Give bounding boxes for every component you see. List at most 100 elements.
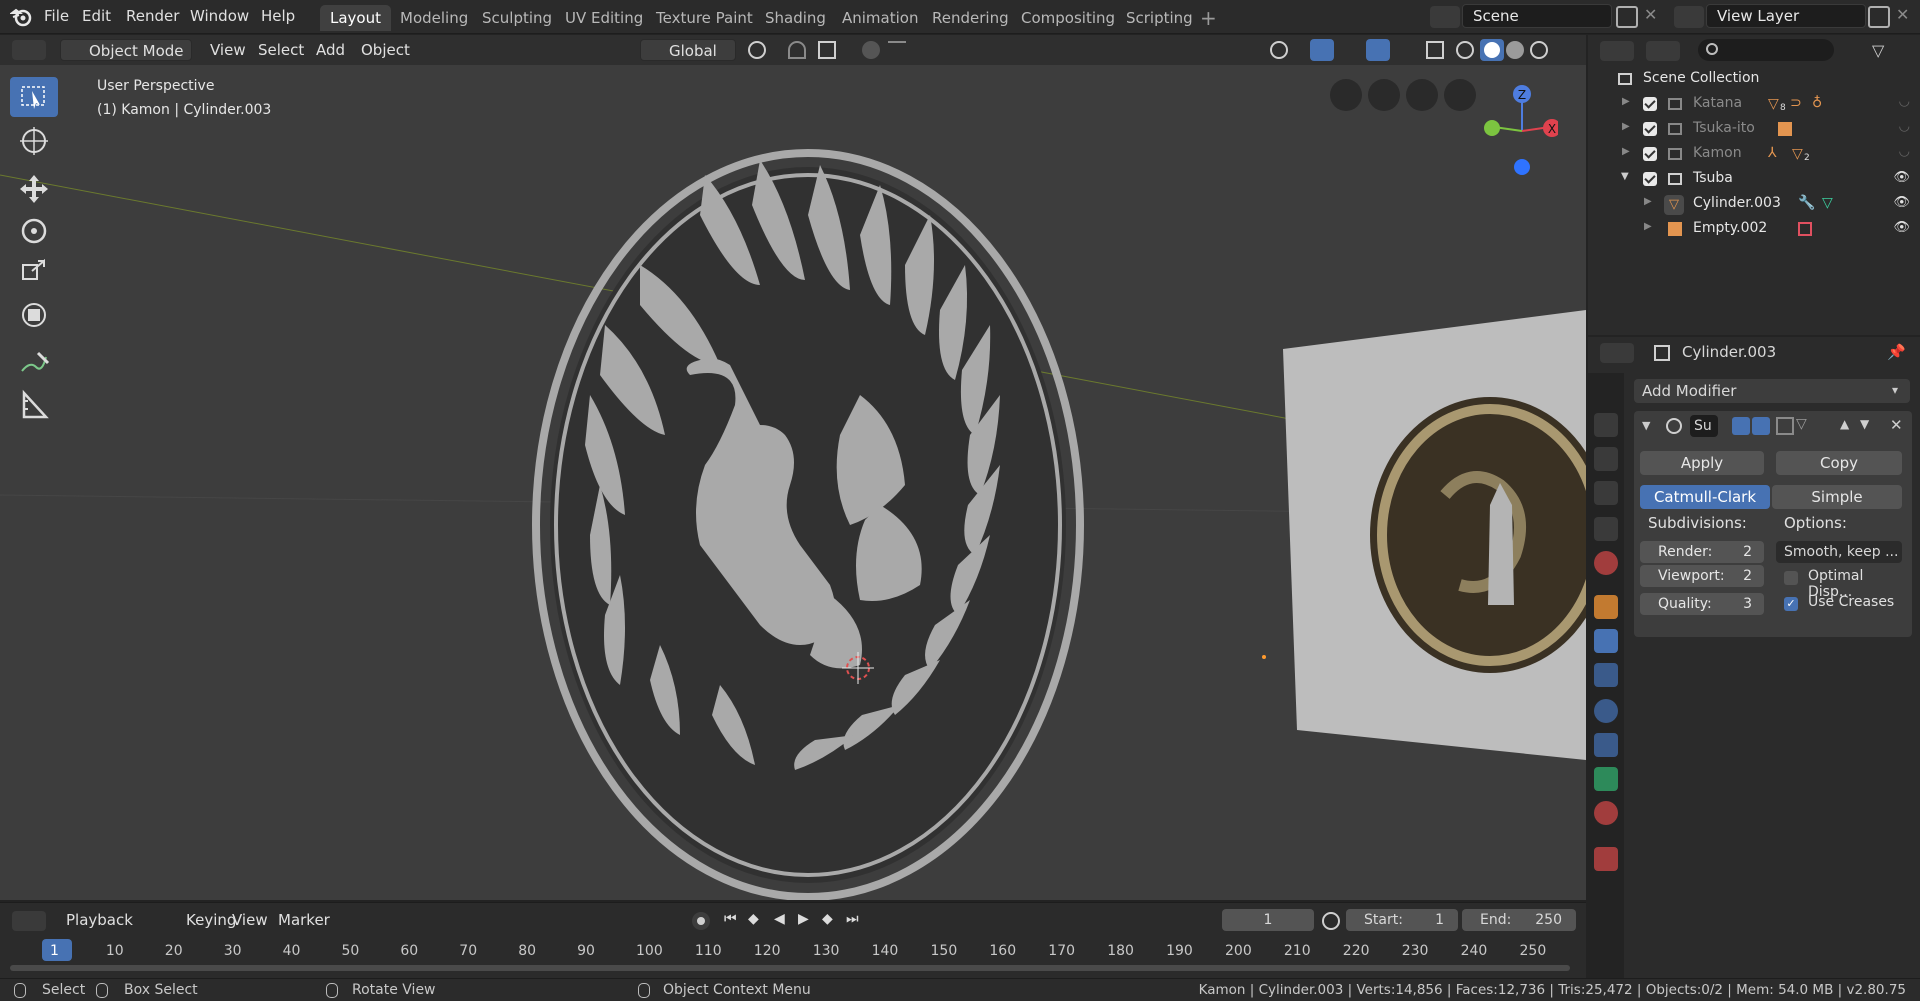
scene-tab-icon[interactable]: [1594, 517, 1618, 541]
world-tab-icon[interactable]: [1594, 551, 1618, 575]
outliner-item-tsuba[interactable]: ▼ Tsuba 👁: [1588, 167, 1920, 192]
menu-help[interactable]: Help: [261, 7, 295, 25]
uv-smooth-dropdown[interactable]: Smooth, keep ...: [1776, 541, 1902, 563]
zoom-view-icon[interactable]: [1444, 79, 1476, 111]
outliner-item-cylinder-003[interactable]: ▶ ▽ Cylinder.003 🔧 ▽ 👁: [1588, 192, 1920, 217]
optimal-display-checkbox[interactable]: [1784, 571, 1798, 585]
menu-window[interactable]: Window: [190, 7, 249, 25]
3d-viewport[interactable]: User Perspective (1) Kamon | Cylinder.00…: [0, 65, 1586, 900]
toggle-ortho-icon[interactable]: [1330, 79, 1362, 111]
snap-target-icon[interactable]: [818, 41, 836, 59]
solid-shading-icon[interactable]: [1480, 39, 1504, 61]
scene-collection-row[interactable]: Scene Collection: [1588, 67, 1920, 92]
simple-button[interactable]: Simple: [1772, 485, 1902, 509]
outliner-item-tsuka-ito[interactable]: ▶ Tsuka-ito ◡: [1588, 117, 1920, 142]
transform-tool[interactable]: [10, 295, 58, 335]
view-layer-selector-icon[interactable]: [1674, 6, 1704, 28]
tab-scripting[interactable]: Scripting: [1116, 5, 1203, 31]
delete-view-layer-icon[interactable]: ✕: [1896, 5, 1909, 24]
expand-icon[interactable]: ▶: [1622, 96, 1630, 107]
object-tab-icon[interactable]: [1594, 595, 1618, 619]
tab-compositing[interactable]: Compositing: [1011, 5, 1125, 31]
scene-selector-icon[interactable]: [1430, 6, 1460, 28]
move-tool[interactable]: [10, 169, 58, 209]
hide-icon[interactable]: ◡: [1899, 94, 1910, 109]
move-down-icon[interactable]: ▼: [1860, 417, 1869, 431]
tool-tab-icon[interactable]: [1594, 377, 1618, 401]
gizmo-toggle-icon[interactable]: [1310, 39, 1334, 61]
collapse-icon[interactable]: ▼: [1621, 171, 1629, 182]
display-mode-icon[interactable]: [1646, 41, 1680, 61]
cursor-tool[interactable]: [10, 121, 58, 161]
use-creases-checkbox[interactable]: ✓: [1784, 597, 1798, 611]
outliner-editor-type-icon[interactable]: [1600, 41, 1634, 61]
outliner-item-kamon[interactable]: ▶ Kamon ⅄ ▽ 2 ◡: [1588, 142, 1920, 167]
wireframe-shading-icon[interactable]: [1456, 41, 1474, 59]
exclude-checkbox[interactable]: [1643, 147, 1657, 161]
rotate-tool[interactable]: [10, 211, 58, 251]
material-tab-icon[interactable]: [1594, 801, 1618, 825]
menu-edit[interactable]: Edit: [82, 7, 111, 25]
output-tab-icon[interactable]: [1594, 447, 1618, 471]
camera-view-icon[interactable]: [1368, 79, 1400, 111]
catmull-clark-button[interactable]: Catmull-Clark: [1640, 485, 1770, 509]
overlay-toggle-icon[interactable]: [1366, 39, 1390, 61]
expand-icon[interactable]: ▶: [1622, 146, 1630, 157]
editmode-toggle-icon[interactable]: [1776, 417, 1794, 435]
visibility-icon[interactable]: [1270, 41, 1288, 59]
outliner-item-katana[interactable]: ▶ Katana ▽ 8 ⊃ ♁ ◡: [1588, 92, 1920, 117]
modifier-tab-icon[interactable]: [1594, 629, 1618, 653]
new-scene-icon[interactable]: [1616, 6, 1638, 28]
delete-scene-icon[interactable]: ✕: [1644, 5, 1657, 24]
select-box-tool[interactable]: [10, 77, 58, 117]
editor-type-icon[interactable]: [12, 40, 46, 60]
mode-dropdown[interactable]: Object Mode: [60, 39, 192, 61]
hide-icon[interactable]: ◡: [1899, 119, 1910, 134]
view-layer-field[interactable]: View Layer: [1706, 4, 1866, 28]
timeline-scrollbar[interactable]: [10, 965, 1570, 971]
xray-icon[interactable]: [1426, 41, 1444, 59]
tab-texture-paint[interactable]: Texture Paint: [646, 5, 763, 31]
exclude-checkbox[interactable]: [1643, 97, 1657, 111]
collapse-modifier-icon[interactable]: ▼: [1642, 419, 1650, 432]
move-up-icon[interactable]: ▲: [1840, 417, 1849, 431]
particles-tab-icon[interactable]: [1594, 663, 1618, 687]
eye-icon[interactable]: 👁: [1893, 220, 1910, 235]
modifier-name-field[interactable]: Su: [1690, 415, 1718, 437]
pivot-icon[interactable]: [748, 41, 766, 59]
viewport-levels-field[interactable]: Viewport: 2: [1640, 565, 1764, 587]
menu-view[interactable]: View: [204, 39, 252, 61]
filter-icon[interactable]: ▽: [1872, 41, 1884, 60]
scale-tool[interactable]: [10, 253, 58, 293]
tab-shading[interactable]: Shading: [755, 5, 836, 31]
menu-file[interactable]: File: [44, 7, 69, 25]
menu-render[interactable]: Render: [126, 7, 179, 25]
tab-layout[interactable]: Layout: [320, 5, 391, 31]
cage-toggle-icon[interactable]: ▽: [1796, 416, 1807, 432]
rendered-shading-icon[interactable]: [1530, 41, 1548, 59]
menu-object[interactable]: Object: [355, 39, 416, 61]
menu-select[interactable]: Select: [252, 39, 310, 61]
physics-tab-icon[interactable]: [1594, 699, 1618, 723]
tab-sculpting[interactable]: Sculpting: [472, 5, 562, 31]
add-workspace-icon[interactable]: +: [1200, 6, 1217, 30]
copy-button[interactable]: Copy: [1776, 451, 1902, 475]
viewport-toggle-icon[interactable]: [1752, 417, 1770, 435]
measure-tool[interactable]: [10, 385, 58, 425]
eye-icon[interactable]: 👁: [1893, 195, 1910, 210]
data-tab-icon[interactable]: [1594, 767, 1618, 791]
annotate-tool[interactable]: [10, 343, 58, 383]
proportional-edit-icon[interactable]: [862, 41, 880, 59]
expand-icon[interactable]: ▶: [1622, 121, 1630, 132]
new-view-layer-icon[interactable]: [1868, 6, 1890, 28]
expand-icon[interactable]: ▶: [1644, 221, 1652, 232]
render-levels-field[interactable]: Render: 2: [1640, 541, 1764, 563]
navigation-gizmo[interactable]: Z X: [1478, 77, 1558, 197]
falloff-icon[interactable]: [888, 41, 906, 59]
tab-modeling[interactable]: Modeling: [390, 5, 478, 31]
tab-animation[interactable]: Animation: [832, 5, 928, 31]
menu-add[interactable]: Add: [310, 39, 351, 61]
outliner-item-empty-002[interactable]: ▶ Empty.002 👁: [1588, 217, 1920, 242]
orientation-dropdown[interactable]: Global: [640, 39, 736, 61]
apply-button[interactable]: Apply: [1640, 451, 1764, 475]
